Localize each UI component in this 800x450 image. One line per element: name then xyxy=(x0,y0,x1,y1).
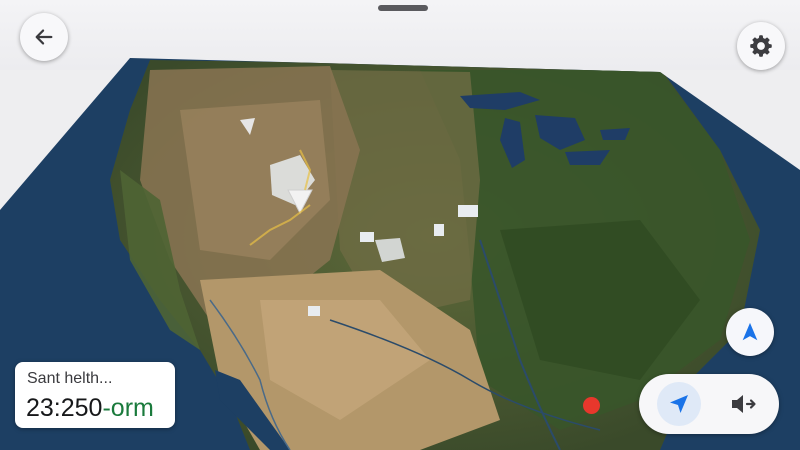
eta-time: 23:250-orm xyxy=(26,394,154,423)
compass-button[interactable] xyxy=(726,308,774,356)
eta-destination-label: Sant helth... xyxy=(27,370,113,387)
back-button[interactable] xyxy=(20,13,68,61)
navigation-arrow-icon xyxy=(742,322,758,341)
sound-button[interactable] xyxy=(721,384,765,424)
gear-icon xyxy=(750,35,772,57)
speaker-icon xyxy=(732,395,756,413)
eta-time-value: 23:250 xyxy=(26,394,103,422)
recenter-button[interactable] xyxy=(657,382,701,426)
arrow-left-icon xyxy=(35,29,53,45)
settings-button[interactable] xyxy=(737,22,785,70)
navigation-controls xyxy=(639,374,779,434)
destination-marker[interactable] xyxy=(583,397,600,414)
eta-time-unit: -orm xyxy=(102,394,154,422)
eta-card[interactable]: Sant helth... 23:250-orm xyxy=(15,362,175,428)
location-arrow-icon xyxy=(670,395,688,413)
